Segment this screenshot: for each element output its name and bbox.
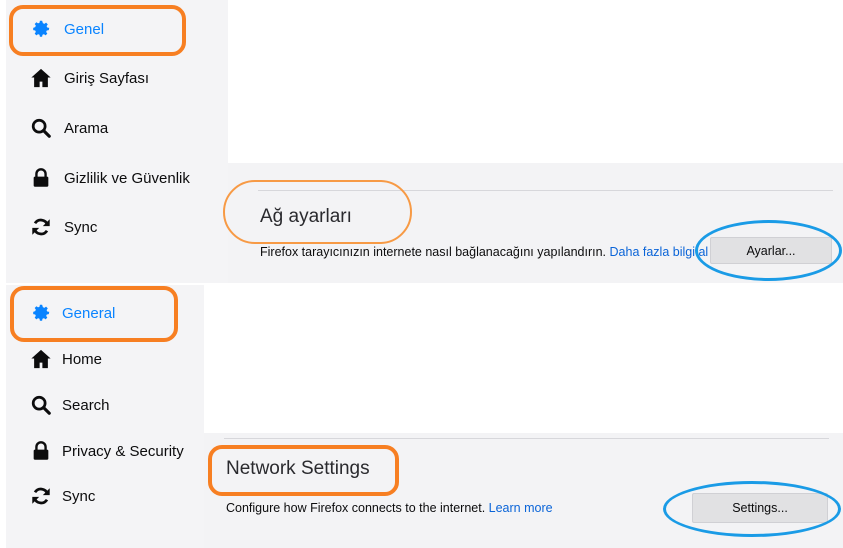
lock-icon bbox=[30, 440, 52, 462]
nav-item-privacy[interactable]: Privacy & Security bbox=[30, 440, 184, 462]
search-icon bbox=[30, 117, 52, 139]
section-description: Firefox tarayıcınızın internete nasıl ba… bbox=[260, 245, 708, 259]
description-text: Configure how Firefox connects to the in… bbox=[226, 501, 486, 515]
sync-icon bbox=[30, 216, 52, 238]
section-description: Configure how Firefox connects to the in… bbox=[226, 501, 553, 515]
highlight-settings-button bbox=[663, 481, 841, 537]
nav-item-sync[interactable]: Sync bbox=[30, 485, 95, 507]
nav-label: Sync bbox=[62, 487, 96, 505]
nav-item-sync[interactable]: Sync bbox=[30, 216, 97, 238]
nav-label: Sync bbox=[64, 218, 98, 236]
learn-more-link[interactable]: Daha fazla bilgi al bbox=[610, 245, 709, 259]
highlight-settings-button bbox=[695, 220, 842, 281]
lock-icon bbox=[30, 167, 52, 189]
nav-item-privacy[interactable]: Gizlilik ve Güvenlik bbox=[30, 167, 190, 189]
highlight-general bbox=[9, 5, 186, 56]
home-icon bbox=[30, 67, 52, 89]
preferences-panel-english: General Home Search Privacy & Security S… bbox=[0, 285, 843, 548]
search-icon bbox=[30, 394, 52, 416]
nav-label: Home bbox=[62, 350, 103, 368]
nav-item-home[interactable]: Giriş Sayfası bbox=[30, 67, 149, 89]
nav-label: Privacy & Security bbox=[62, 442, 184, 460]
home-icon bbox=[30, 348, 52, 370]
highlight-section-title bbox=[223, 180, 412, 244]
nav-item-search[interactable]: Search bbox=[30, 394, 110, 416]
nav-item-search[interactable]: Arama bbox=[30, 117, 108, 139]
nav-label: Giriş Sayfası bbox=[64, 69, 150, 87]
nav-item-home[interactable]: Home bbox=[30, 348, 102, 370]
description-text: Firefox tarayıcınızın internete nasıl ba… bbox=[260, 245, 607, 259]
preferences-panel-turkish: Genel Giriş Sayfası Arama Gizlilik ve Gü… bbox=[0, 0, 843, 283]
nav-label: Gizlilik ve Güvenlik bbox=[64, 169, 190, 187]
section-divider bbox=[224, 438, 829, 439]
nav-label: Arama bbox=[64, 119, 109, 137]
highlight-general bbox=[10, 286, 178, 342]
sync-icon bbox=[30, 485, 52, 507]
nav-label: Search bbox=[62, 396, 110, 414]
learn-more-link[interactable]: Learn more bbox=[489, 501, 553, 515]
highlight-section-title bbox=[208, 445, 399, 496]
